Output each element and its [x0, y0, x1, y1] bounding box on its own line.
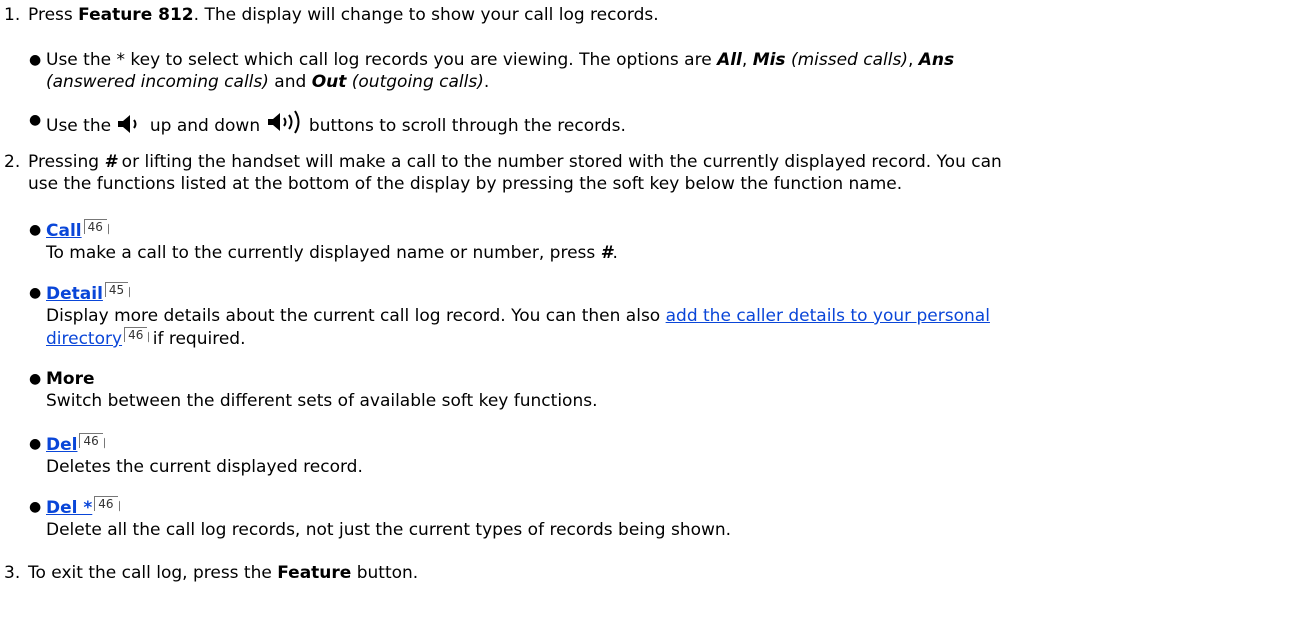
call-link[interactable]: Call — [46, 221, 82, 241]
speaker-high-icon — [266, 109, 304, 141]
bullet-icon: ● — [29, 112, 42, 128]
detail-link[interactable]: Detail — [46, 284, 103, 304]
page-ref[interactable]: 46 — [94, 496, 118, 511]
item-description: Display more details about the current c… — [46, 306, 990, 349]
item-description: Switch between the different sets of ava… — [46, 391, 598, 411]
page-ref[interactable]: 45 — [104, 282, 129, 297]
page-ref[interactable]: 46 — [83, 219, 107, 234]
del-link[interactable]: Del — [46, 435, 77, 455]
bullet-icon: ● — [29, 371, 42, 387]
bullet-text: Use the up and down buttons to scroll th… — [46, 109, 1289, 141]
add-to-directory-link[interactable]: add the caller details to your personal — [666, 306, 990, 326]
directory-link[interactable]: directory — [46, 329, 122, 349]
bullet-icon: ● — [29, 222, 42, 238]
page-ref[interactable]: 46 — [79, 433, 103, 448]
bullet-text: Use the * key to select which call log r… — [46, 50, 955, 92]
page-ref[interactable]: 46 — [124, 327, 148, 342]
step-text: Pressing # or lifting the handset will m… — [28, 152, 1002, 194]
step-text: Press Feature 812. The display will chan… — [28, 5, 659, 25]
item-description: Deletes the current displayed record. — [46, 457, 363, 477]
step-text: To exit the call log, press the Feature … — [28, 563, 419, 583]
more-label: More — [46, 369, 95, 389]
feature-code: Feature 812 — [78, 5, 194, 25]
item-description: To make a call to the currently displaye… — [46, 243, 618, 263]
speaker-low-icon — [116, 113, 144, 141]
del-all-link[interactable]: Del * — [46, 498, 92, 518]
step-number: 3. — [4, 563, 21, 583]
bullet-icon: ● — [29, 436, 42, 452]
bullet-icon: ● — [29, 52, 42, 68]
step-number: 1. — [4, 5, 21, 25]
step-number: 2. — [4, 152, 21, 172]
item-description: Delete all the call log records, not jus… — [46, 520, 732, 540]
bullet-icon: ● — [29, 285, 42, 301]
bullet-icon: ● — [29, 499, 42, 515]
